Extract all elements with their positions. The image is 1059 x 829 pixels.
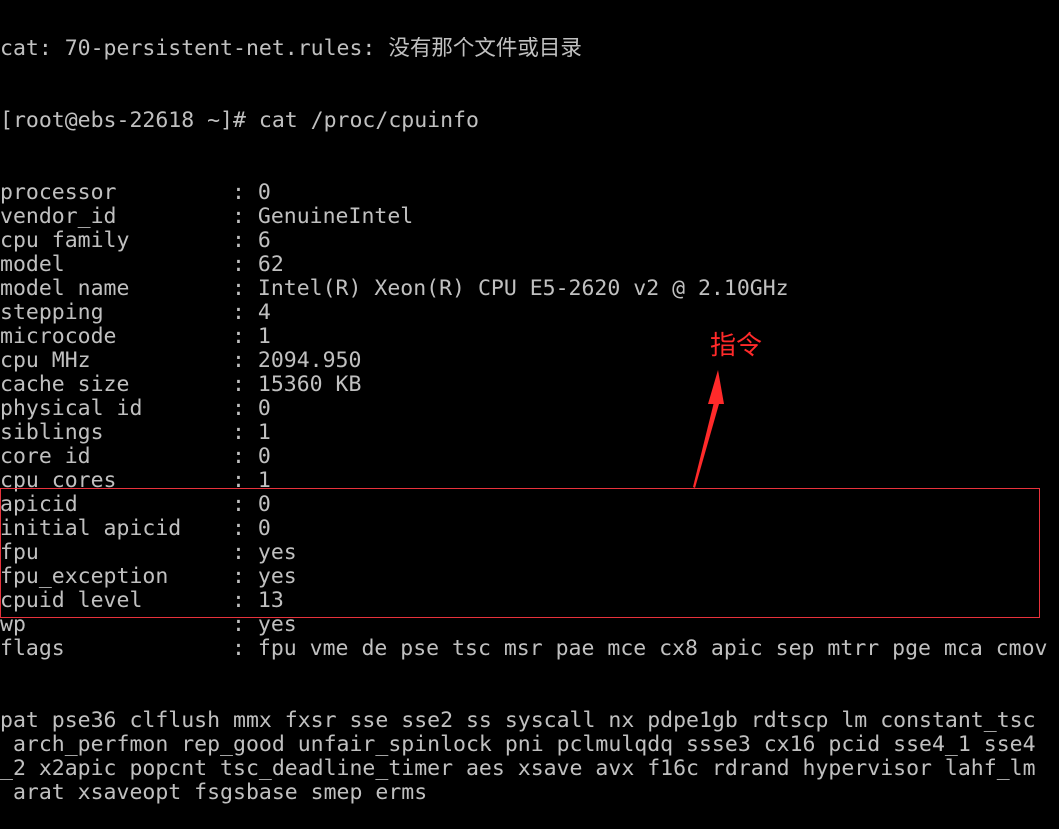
cpuinfo-key: fpu_exception (0, 565, 169, 589)
cpuinfo-line: cpu family: 6 (0, 229, 1059, 253)
cpuinfo-value: 0 (257, 181, 271, 205)
cpuinfo-key: siblings (0, 421, 104, 445)
cpuinfo-value: 0 (257, 445, 271, 469)
cpuinfo-value: 2094.950 (257, 349, 362, 373)
cpuinfo-key: model (0, 253, 65, 277)
cpuinfo-line: processor: 0 (0, 181, 1059, 205)
cpuinfo-flags-continuation: pat pse36 clflush mmx fxsr sse sse2 ss s… (0, 709, 1059, 805)
cpuinfo-key: physical id (0, 397, 143, 421)
cpuinfo-separator: : (232, 493, 258, 517)
cpuinfo-value: yes (257, 541, 297, 565)
cpuinfo-line: model: 62 (0, 253, 1059, 277)
cpuinfo-key: cpu cores (0, 469, 117, 493)
cpuinfo-value: yes (257, 613, 297, 637)
cpuinfo-key: stepping (0, 301, 104, 325)
cpuinfo-line: fpu_exception: yes (0, 565, 1059, 589)
cpuinfo-line: cpu MHz: 2094.950 (0, 349, 1059, 373)
cpuinfo-value: 1 (257, 469, 271, 493)
cpuinfo-line: apicid: 0 (0, 493, 1059, 517)
cpuinfo-line: cpuid level: 13 (0, 589, 1059, 613)
cpuinfo-line: fpu: yes (0, 541, 1059, 565)
cpuinfo-value: 4 (257, 301, 271, 325)
flags-continuation-line: arat xsaveopt fsgsbase smep erms (0, 781, 428, 805)
cpuinfo-line: core id: 0 (0, 445, 1059, 469)
cpuinfo-line: wp: yes (0, 613, 1059, 637)
cpuinfo-separator: : (232, 181, 258, 205)
cpuinfo-value: GenuineIntel (257, 205, 414, 229)
cpuinfo-line: initial apicid: 0 (0, 517, 1059, 541)
cpuinfo-separator: : (232, 397, 258, 421)
cpuinfo-line: vendor_id: GenuineIntel (0, 205, 1059, 229)
arrow-shaft (693, 402, 719, 488)
cpuinfo-value: Intel(R) Xeon(R) CPU E5-2620 v2 @ 2.10GH… (257, 277, 789, 301)
cpuinfo-value: 0 (257, 493, 271, 517)
cpuinfo-value: fpu vme de pse tsc msr pae mce cx8 apic … (257, 637, 1048, 661)
cpuinfo-line: flags: fpu vme de pse tsc msr pae mce cx… (0, 637, 1059, 661)
cpuinfo-key: cpu MHz (0, 349, 91, 373)
cpuinfo-key: fpu (0, 541, 39, 565)
cpuinfo-key: flags (0, 637, 65, 661)
cpuinfo-separator: : (232, 565, 258, 589)
cpuinfo-separator: : (232, 253, 258, 277)
cpuinfo-separator: : (232, 325, 258, 349)
flags-continuation-line: arch_perfmon rep_good unfair_spinlock pn… (0, 733, 1036, 757)
flags-continuation-line: _2 x2apic popcnt tsc_deadline_timer aes … (0, 757, 1036, 781)
cpuinfo-value: yes (257, 565, 297, 589)
cpuinfo-line: siblings: 1 (0, 421, 1059, 445)
cpuinfo-key: cache size (0, 373, 130, 397)
cpuinfo-value: 62 (257, 253, 284, 277)
cpuinfo-value: 13 (257, 589, 284, 613)
cpuinfo-line: model name: Intel(R) Xeon(R) CPU E5-2620… (0, 277, 1059, 301)
cpuinfo-key: microcode (0, 325, 117, 349)
cpuinfo-line: cpu cores: 1 (0, 469, 1059, 493)
cpuinfo-separator: : (232, 373, 258, 397)
cpuinfo-value: 1 (257, 421, 271, 445)
cpuinfo-key: wp (0, 613, 26, 637)
cpuinfo-separator: : (232, 301, 258, 325)
cpuinfo-key: cpuid level (0, 589, 143, 613)
cpuinfo-separator: : (232, 205, 258, 229)
cpuinfo-separator: : (232, 469, 258, 493)
cpuinfo-key: core id (0, 445, 91, 469)
cpuinfo-separator: : (232, 613, 258, 637)
cpuinfo-separator: : (232, 229, 258, 253)
cpuinfo-separator: : (232, 517, 258, 541)
terminal-prompt-command: [root@ebs-22618 ~]# cat /proc/cpuinfo (0, 109, 479, 133)
cpuinfo-separator: : (232, 589, 258, 613)
cpuinfo-key: processor (0, 181, 117, 205)
cpuinfo-key: apicid (0, 493, 78, 517)
cpuinfo-value: 1 (257, 325, 271, 349)
cpuinfo-value: 6 (257, 229, 271, 253)
cpuinfo-separator: : (232, 445, 258, 469)
cpuinfo-separator: : (232, 637, 258, 661)
cpuinfo-line: stepping: 4 (0, 301, 1059, 325)
cpuinfo-value: 0 (257, 517, 271, 541)
cpuinfo-key: cpu family (0, 229, 130, 253)
cpuinfo-line: physical id: 0 (0, 397, 1059, 421)
cpuinfo-separator: : (232, 541, 258, 565)
annotation-label: 指令 (710, 331, 763, 361)
terminal-partial-line: cat: 70-persistent-net.rules: 没有那个文件或目录 (0, 37, 582, 61)
cpuinfo-separator: : (232, 421, 258, 445)
cpuinfo-separator: : (232, 349, 258, 373)
cpuinfo-fields: processor: 0 vendor_id: GenuineIntel cpu f… (0, 181, 1059, 661)
cpuinfo-key: initial apicid (0, 517, 182, 541)
flags-continuation-line: pat pse36 clflush mmx fxsr sse sse2 ss s… (0, 709, 1036, 733)
cpuinfo-separator: : (232, 277, 258, 301)
terminal-window[interactable]: cat: 70-persistent-net.rules: 没有那个文件或目录 … (0, 0, 1059, 805)
cpuinfo-value: 15360 KB (257, 373, 362, 397)
cpuinfo-line: cache size: 15360 KB (0, 373, 1059, 397)
cpuinfo-line: microcode: 1 (0, 325, 1059, 349)
cpuinfo-key: model name (0, 277, 130, 301)
arrow-head (708, 370, 724, 404)
cpuinfo-key: vendor_id (0, 205, 117, 229)
annotation-arrow-icon (693, 370, 724, 488)
cpuinfo-value: 0 (257, 397, 271, 421)
